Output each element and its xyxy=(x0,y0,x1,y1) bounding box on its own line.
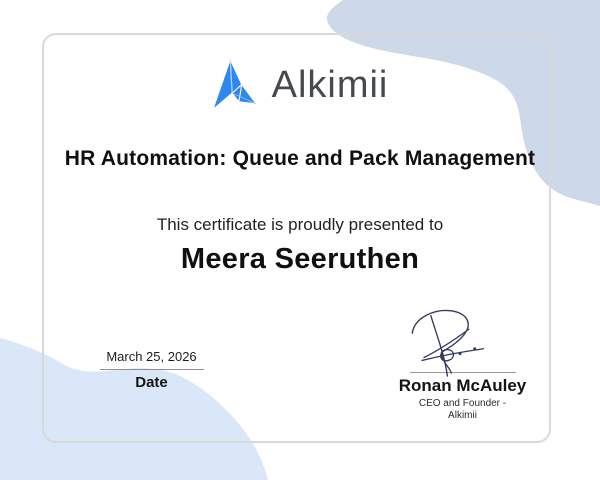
course-title: HR Automation: Queue and Pack Management xyxy=(64,147,536,170)
date-value: March 25, 2026 xyxy=(106,349,197,364)
signatory-role-line1: CEO and Founder - xyxy=(418,398,507,409)
alkimii-logo: Alkimii xyxy=(0,58,600,113)
brand-wordmark: Alkimii xyxy=(271,64,389,106)
recipient-name: Meera Seeruthen xyxy=(180,243,420,275)
presented-text: This certificate is proudly presented to xyxy=(156,215,444,234)
signature-icon xyxy=(411,309,484,377)
signature-block: Ronan McAuley CEO and Founder - Alkimii xyxy=(390,300,535,422)
signatory-role-line2: Alkimii xyxy=(448,410,477,421)
signature-rule-line xyxy=(409,372,516,373)
alkimii-logo-icon xyxy=(212,59,257,111)
certificate-content: Alkimii HR Automation: Queue and Pack Ma… xyxy=(0,0,600,480)
date-block: March 25, 2026 Date xyxy=(88,349,215,391)
date-rule-line xyxy=(99,369,204,370)
signatory-role: CEO and Founder - Alkimii xyxy=(390,398,535,422)
date-label: Date xyxy=(135,374,168,391)
signatory-name: Ronan McAuley xyxy=(398,376,527,395)
